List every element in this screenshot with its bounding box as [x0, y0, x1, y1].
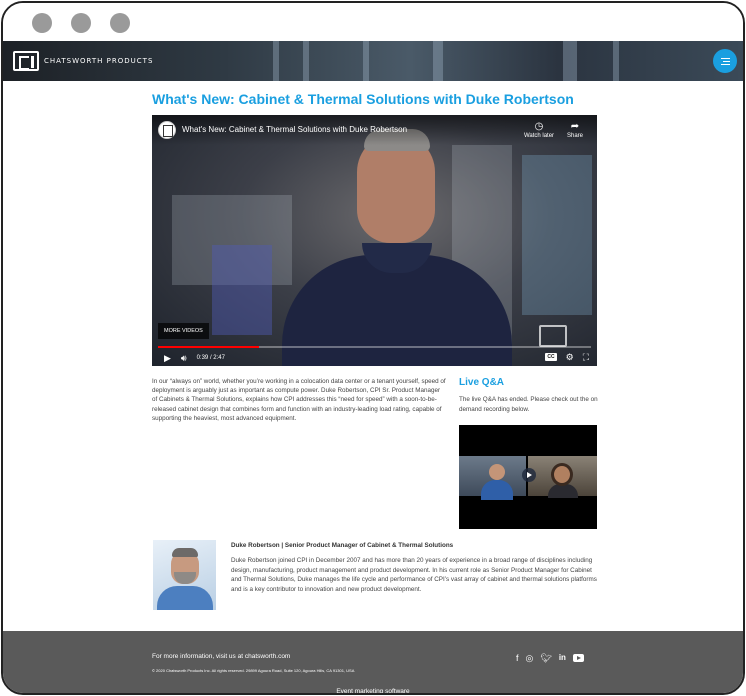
- play-icon[interactable]: [522, 468, 536, 482]
- volume-icon[interactable]: 🔊︎: [181, 352, 187, 364]
- qa-participant-host: [528, 456, 597, 498]
- qa-participant-duke: [459, 456, 526, 500]
- menu-button[interactable]: [713, 49, 737, 73]
- video-time: 0:39 / 2:47: [196, 355, 225, 361]
- window-control-dot[interactable]: [110, 13, 130, 33]
- fullscreen-icon[interactable]: ⛶: [583, 351, 589, 363]
- video-progress-fill: [158, 346, 259, 348]
- share-icon: ➦: [570, 121, 580, 132]
- window-control-dot[interactable]: [32, 13, 52, 33]
- channel-avatar-icon[interactable]: [158, 121, 176, 139]
- social-links: f ◎ 🐦︎ in: [516, 653, 584, 663]
- qa-recording-video[interactable]: [459, 425, 597, 529]
- twitter-icon[interactable]: 🐦︎: [540, 653, 551, 663]
- qa-text: The live Q&A has ended. Please check out…: [459, 396, 598, 413]
- bio-photo: [153, 540, 216, 610]
- window-titlebar: [3, 3, 743, 41]
- video-controls: ▶ 🔊︎ 0:39 / 2:47 CC ⚙ ⛶: [152, 351, 597, 365]
- instagram-icon[interactable]: ◎: [526, 653, 534, 663]
- logo-text: CHATSWORTH PRODUCTS: [44, 57, 154, 65]
- cpi-logo-icon: [13, 51, 39, 71]
- facebook-icon[interactable]: f: [516, 653, 519, 663]
- header-banner: CHATSWORTH PRODUCTS: [3, 41, 743, 81]
- linkedin-icon[interactable]: in: [559, 653, 566, 663]
- footer-copyright: © 2020 Chatsworth Products Inc. All righ…: [152, 668, 355, 673]
- bio-name: Duke Robertson | Senior Product Manager …: [231, 542, 454, 549]
- qa-heading: Live Q&A: [459, 377, 505, 388]
- intro-paragraph: In our “always on” world, whether you’re…: [152, 378, 446, 422]
- window-control-dot[interactable]: [71, 13, 91, 33]
- clock-icon: ◷: [534, 121, 544, 132]
- share-button[interactable]: ➦ Share: [557, 121, 593, 139]
- captions-icon[interactable]: CC: [545, 353, 557, 361]
- bio-text: Duke Robertson joined CPI in December 20…: [231, 557, 597, 593]
- youtube-icon[interactable]: [572, 654, 584, 662]
- video-player[interactable]: What's New: Cabinet & Thermal Solutions …: [152, 115, 597, 366]
- video-progress-bar[interactable]: [158, 346, 591, 348]
- watch-later-button[interactable]: ◷ Watch later: [521, 121, 557, 139]
- cpi-watermark-icon[interactable]: [539, 325, 567, 347]
- video-title[interactable]: What's New: Cabinet & Thermal Solutions …: [182, 125, 407, 134]
- play-icon[interactable]: ▶: [164, 352, 171, 364]
- more-videos-button[interactable]: MORE VIDEOS: [158, 323, 209, 339]
- page-title: What's New: Cabinet & Thermal Solutions …: [152, 91, 574, 107]
- settings-gear-icon[interactable]: ⚙: [566, 351, 574, 363]
- browser-window: CHATSWORTH PRODUCTS What's New: Cabinet …: [1, 1, 745, 695]
- event-marketing-link[interactable]: Event marketing software: [3, 688, 743, 693]
- footer: For more information, visit us at chatsw…: [3, 631, 743, 693]
- footer-more-info-link[interactable]: For more information, visit us at chatsw…: [152, 653, 290, 660]
- cpi-logo[interactable]: CHATSWORTH PRODUCTS: [13, 51, 153, 71]
